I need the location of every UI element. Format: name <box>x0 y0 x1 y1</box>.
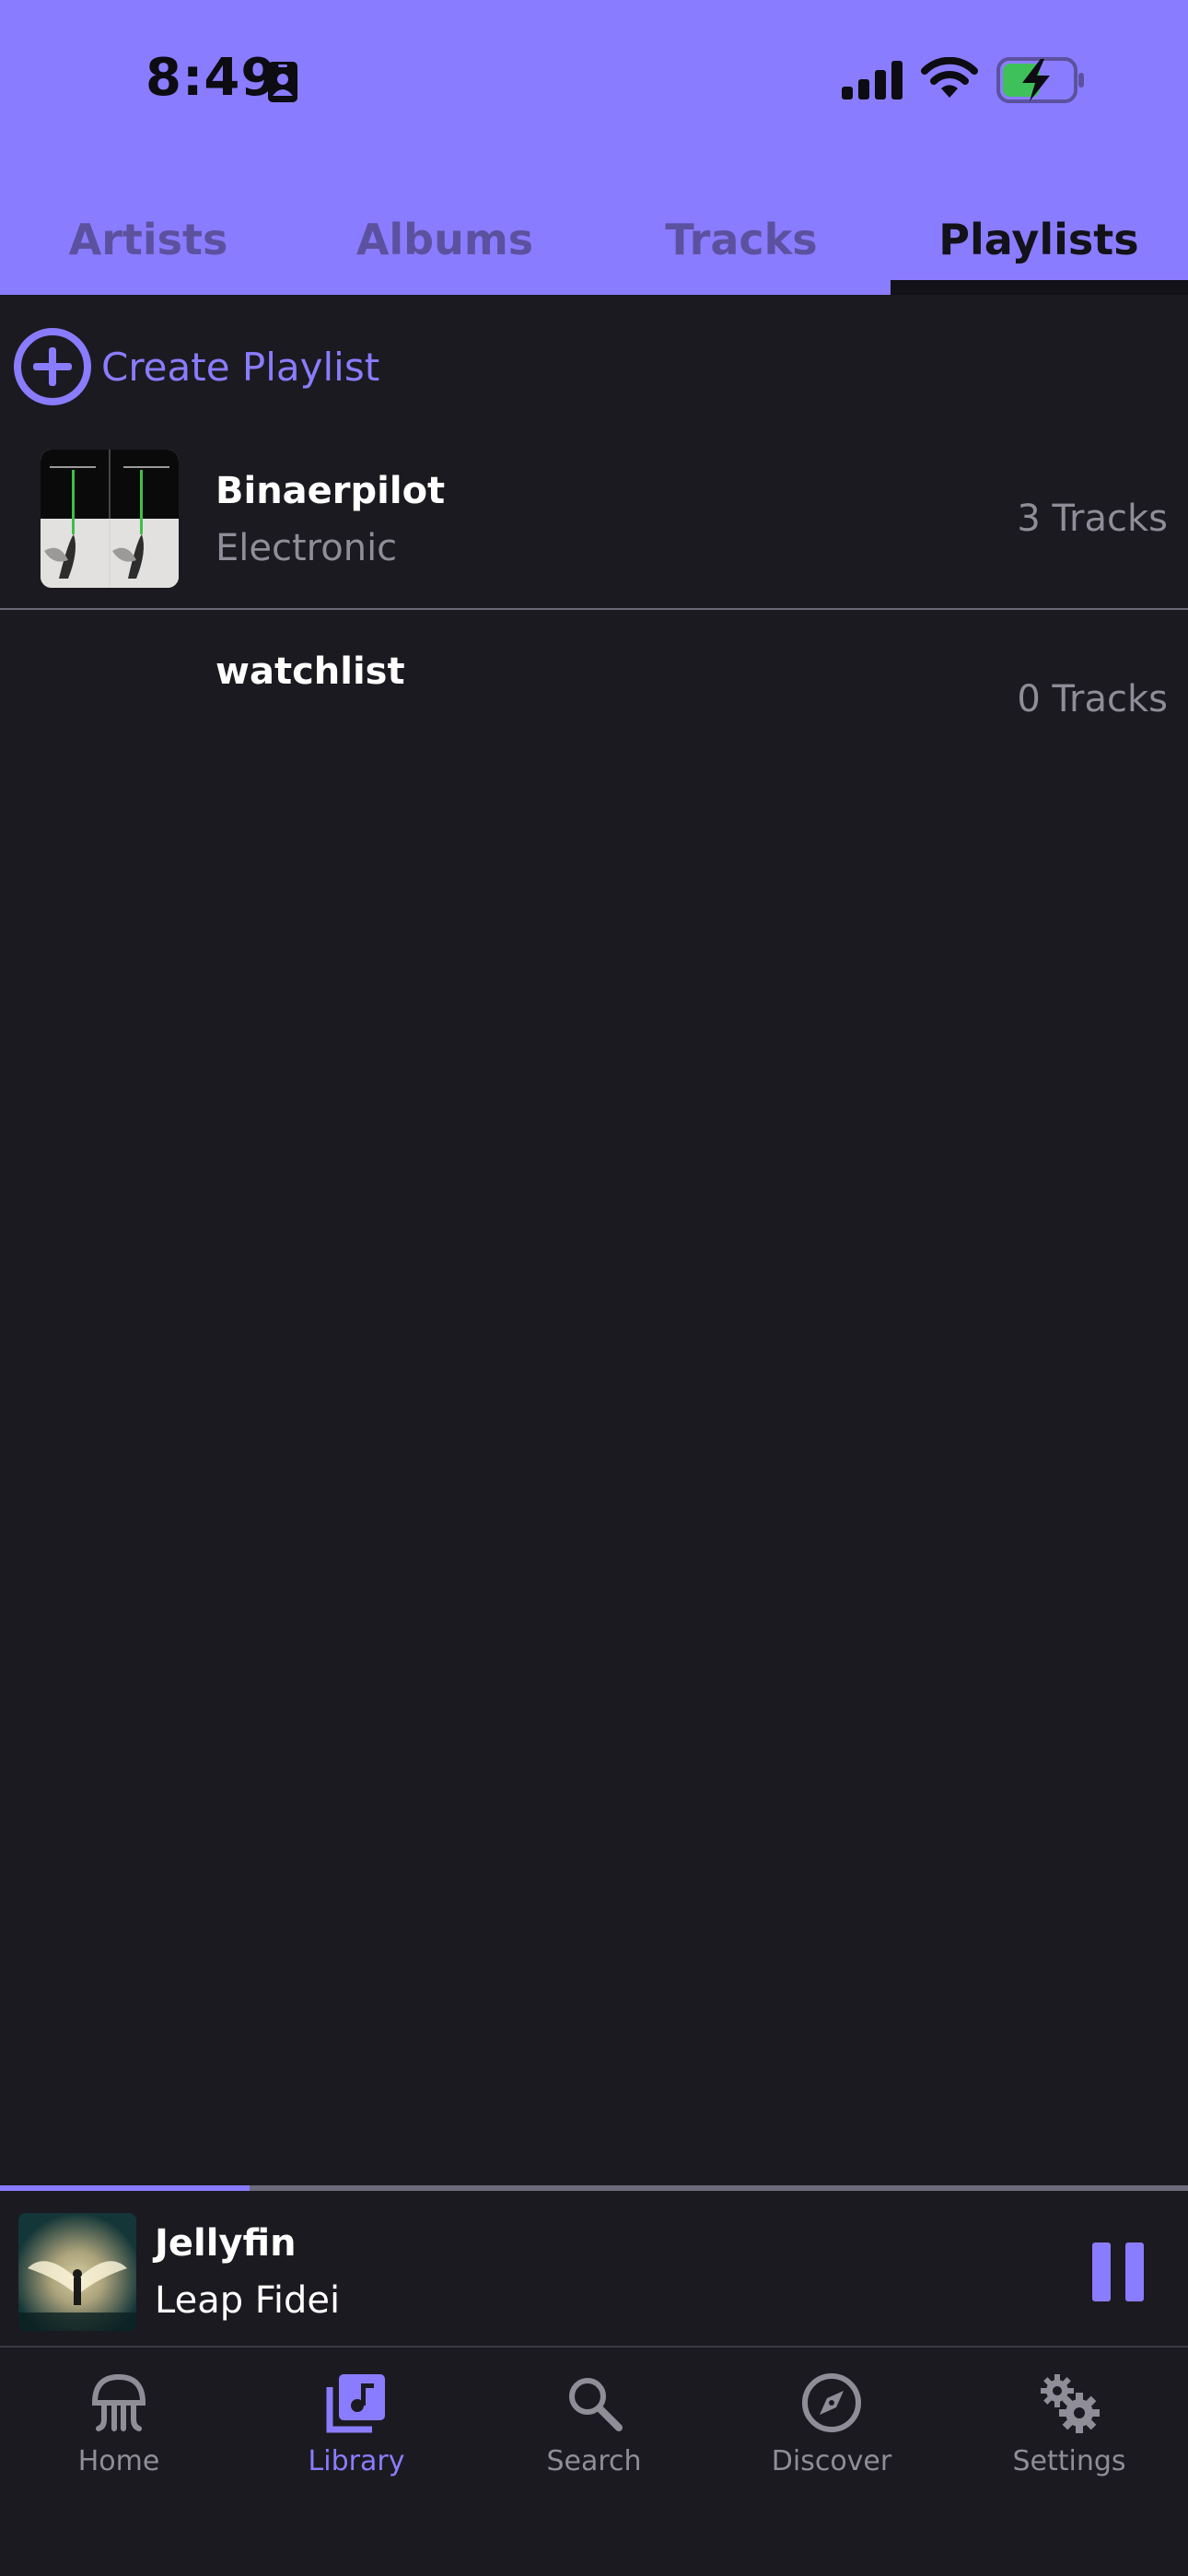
tab-albums[interactable]: Albums <box>297 184 593 295</box>
create-playlist-label: Create Playlist <box>101 344 380 390</box>
now-playing-title: Jellyfin <box>155 2222 297 2265</box>
nav-home[interactable]: Home <box>0 2366 238 2504</box>
nav-search-label: Search <box>546 2445 642 2477</box>
playlist-row[interactable]: Binaerpilot Electronic 3 Tracks <box>0 442 1188 610</box>
now-playing-cover-image <box>18 2213 136 2331</box>
gears-icon <box>1032 2366 1106 2440</box>
search-icon <box>557 2366 631 2440</box>
jellyfish-icon <box>82 2366 156 2440</box>
nav-library[interactable]: Library <box>238 2366 475 2504</box>
compass-icon <box>795 2366 868 2440</box>
playlist-track-count: 0 Tracks <box>1017 678 1168 720</box>
pause-button[interactable] <box>1092 2242 1144 2301</box>
contact-card-icon <box>268 62 297 102</box>
cellular-signal-icon <box>842 61 903 100</box>
playlist-track-count: 3 Tracks <box>1017 498 1168 540</box>
nav-settings-label: Settings <box>1012 2445 1126 2477</box>
playlist-row[interactable]: watchlist 0 Tracks <box>0 626 1188 774</box>
now-playing-artist: Leap Fidei <box>155 2279 341 2322</box>
nav-discover-label: Discover <box>771 2445 892 2477</box>
playlist-name: watchlist <box>215 650 405 693</box>
tab-tracks[interactable]: Tracks <box>593 184 890 295</box>
tab-artists[interactable]: Artists <box>0 184 297 295</box>
wifi-icon <box>921 57 978 98</box>
plus-circle-icon <box>14 328 91 405</box>
header: 8:49 Artists Albums Tracks Playlists <box>0 0 1188 295</box>
nav-home-label: Home <box>77 2445 160 2477</box>
nav-search[interactable]: Search <box>475 2366 713 2504</box>
mini-player[interactable]: Jellyfin Leap Fidei <box>0 2191 1188 2348</box>
active-tab-indicator <box>891 280 1188 295</box>
pause-icon-bar <box>1125 2242 1144 2301</box>
battery-charging-icon <box>996 57 1084 103</box>
pause-icon <box>1092 2242 1111 2301</box>
library-tabs: Artists Albums Tracks Playlists <box>0 184 1188 295</box>
bottom-navigation: Home Library Search Discover Settings <box>0 2348 1188 2576</box>
library-music-icon <box>320 2366 393 2440</box>
nav-settings[interactable]: Settings <box>950 2366 1188 2504</box>
playlist-name: Binaerpilot <box>215 470 446 512</box>
nav-library-label: Library <box>308 2445 405 2477</box>
tab-playlists[interactable]: Playlists <box>891 184 1187 295</box>
status-time: 8:49 <box>146 48 278 108</box>
nav-discover[interactable]: Discover <box>713 2366 950 2504</box>
create-playlist-button[interactable]: Create Playlist <box>13 322 379 411</box>
playlist-genre: Electronic <box>215 527 398 569</box>
playlist-cover-image <box>41 450 179 588</box>
